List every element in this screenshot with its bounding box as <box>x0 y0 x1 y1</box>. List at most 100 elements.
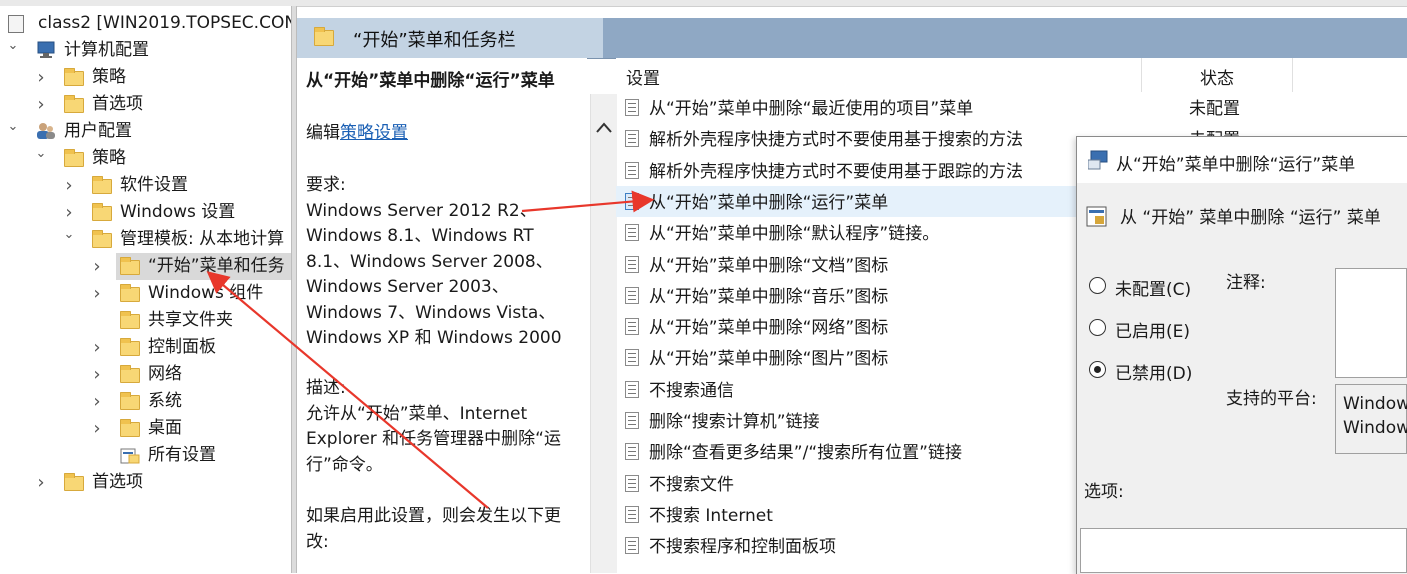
supported-platform-box: Window Window <box>1335 384 1407 454</box>
radio-enabled[interactable] <box>1089 319 1106 336</box>
list-column-header <box>616 58 1407 92</box>
policy-setting-icon <box>625 224 639 242</box>
policy-setting-icon <box>625 537 639 555</box>
column-setting-header[interactable]: 设置 <box>626 64 660 89</box>
policy-row-label: 删除“查看更多结果”/“搜索所有位置”链接 <box>649 443 962 464</box>
chevron-down-icon[interactable]: ⌄ <box>62 221 76 248</box>
folder-icon <box>120 419 140 437</box>
policy-app-icon <box>1088 150 1108 170</box>
tree-item[interactable]: › “开始”菜单和任务 <box>93 253 291 280</box>
comment-textarea[interactable] <box>1335 268 1407 378</box>
column-divider[interactable] <box>1141 58 1142 92</box>
more-description-block: 如果启用此设置，则会发生以下更 改: <box>306 504 586 555</box>
chevron-right-icon[interactable]: › <box>90 334 104 361</box>
policy-setting-icon <box>625 255 639 273</box>
policy-row-label: 不搜索 Internet <box>649 505 773 526</box>
setting-icon <box>1086 206 1107 227</box>
users-icon <box>36 122 56 140</box>
requirements-line: 8.1、Windows Server 2008、 <box>306 251 553 272</box>
radio-not-configured[interactable] <box>1089 277 1106 294</box>
policy-row[interactable]: 从“开始”菜单中删除“最近使用的项目”菜单 未配置 <box>616 92 1407 123</box>
policy-setting-icon <box>625 505 639 523</box>
tree-item-label: 策略 <box>92 67 126 87</box>
folder-icon <box>64 95 84 113</box>
column-state-header[interactable]: 状态 <box>1200 64 1234 89</box>
policy-tree: class2 [WIN2019.TOPSEC.CON ⌄ 计算机配置 › 策略 › 首选项… <box>0 6 291 573</box>
policy-row-label: 删除“搜索计算机”链接 <box>649 412 820 432</box>
policy-settings-link[interactable]: 策略设置 <box>340 123 408 143</box>
chevron-right-icon[interactable]: › <box>90 280 104 307</box>
tree-item-label: 网络 <box>148 364 182 384</box>
tree-item-label: 管理模板: 从本地计算 <box>120 229 285 249</box>
platform-line: Window <box>1343 394 1407 414</box>
policy-row-label: 从“开始”菜单中删除“音乐”图标 <box>649 286 889 307</box>
policy-row-label: 从“开始”菜单中删除“图片”图标 <box>649 349 889 370</box>
policy-row-label: 解析外壳程序快捷方式时不要使用基于搜索的方法 <box>649 130 1023 151</box>
chevron-down-icon[interactable]: ⌄ <box>6 32 20 59</box>
folder-icon <box>120 338 140 356</box>
folder-icon <box>120 257 140 275</box>
description-line: 改: <box>306 531 329 552</box>
platform-label: 支持的平台: <box>1226 389 1317 409</box>
scroll-up-icon[interactable] <box>591 112 617 142</box>
tree-item-label: 软件设置 <box>120 175 188 195</box>
tree-item-label: 计算机配置 <box>64 40 149 60</box>
chevron-right-icon[interactable]: › <box>90 361 104 388</box>
radio-enabled-label[interactable]: 已启用(E) <box>1115 317 1190 342</box>
column-divider[interactable] <box>1292 58 1293 92</box>
description-line: 行”命令。 <box>306 454 383 475</box>
chevron-right-icon[interactable]: › <box>90 388 104 415</box>
requirements-line: Windows 7、Windows Vista、 <box>306 302 556 323</box>
policy-setting-icon <box>625 380 639 398</box>
tree-item-label: 首选项 <box>92 94 143 114</box>
chevron-down-icon[interactable]: ⌄ <box>6 113 20 140</box>
chevron-right-icon[interactable]: › <box>34 64 48 91</box>
comment-label: 注释: <box>1226 273 1266 293</box>
policy-row-state: 未配置 <box>1189 99 1240 119</box>
dialog-title: 从“开始”菜单中删除“运行”菜单 <box>1116 155 1356 175</box>
folder-icon <box>120 392 140 410</box>
policy-setting-icon <box>625 318 639 336</box>
radio-disabled-label[interactable]: 已禁用(D) <box>1115 359 1192 384</box>
chevron-right-icon[interactable]: › <box>34 91 48 118</box>
policy-setting-icon <box>625 130 639 148</box>
requirements-block: 要求: Windows Server 2012 R2、 Windows 8.1、… <box>306 173 586 352</box>
folder-icon <box>64 149 84 167</box>
chevron-right-icon[interactable]: › <box>34 469 48 496</box>
list-scrollbar[interactable] <box>590 94 617 573</box>
folder-icon <box>120 365 140 383</box>
requirements-label: 要求: <box>306 175 346 195</box>
chevron-down-icon[interactable]: ⌄ <box>34 140 48 167</box>
edit-prefix: 编辑 <box>306 123 340 143</box>
folder-icon <box>314 27 334 46</box>
policy-setting-icon <box>625 161 639 179</box>
policy-row-label: 从“开始”菜单中删除“运行”菜单 <box>649 192 889 213</box>
policy-setting-icon <box>625 286 639 304</box>
tree-item-label: 系统 <box>148 391 182 411</box>
options-panel <box>1080 528 1407 573</box>
header-title: “开始”菜单和任务栏 <box>353 30 516 51</box>
policy-row-label: 从“开始”菜单中删除“最近使用的项目”菜单 <box>649 99 974 119</box>
chevron-right-icon[interactable]: › <box>62 172 76 199</box>
tree-item-label: Windows 设置 <box>120 202 236 222</box>
requirements-line: Windows Server 2003、 <box>306 277 509 297</box>
folder-icon <box>120 311 140 329</box>
tree-item-label: 策略 <box>92 148 126 168</box>
radio-not-configured-label[interactable]: 未配置(C) <box>1115 275 1191 300</box>
chevron-right-icon[interactable]: › <box>90 253 104 280</box>
tree-item-label: 共享文件夹 <box>148 310 233 330</box>
chevron-right-icon[interactable]: › <box>90 415 104 442</box>
description-line: Explorer 和任务管理器中删除“运 <box>306 429 561 449</box>
folder-icon <box>92 230 112 248</box>
policy-row-label: 解析外壳程序快捷方式时不要使用基于跟踪的方法 <box>649 161 1023 182</box>
tree-root-label: class2 [WIN2019.TOPSEC.CON <box>38 13 291 33</box>
policy-row-label: 不搜索通信 <box>649 380 734 401</box>
radio-disabled[interactable] <box>1089 361 1106 378</box>
policy-document-icon <box>8 15 24 33</box>
policy-row-label: 从“开始”菜单中删除“网络”图标 <box>649 318 889 339</box>
tree-item-label: 所有设置 <box>148 445 216 465</box>
policy-row-label: 不搜索文件 <box>649 474 734 495</box>
policy-setting-icon <box>625 412 639 429</box>
tree-item-label: 桌面 <box>148 418 182 438</box>
description-block: 描述: 允许从“开始”菜单、Internet Explorer 和任务管理器中删… <box>306 376 586 478</box>
